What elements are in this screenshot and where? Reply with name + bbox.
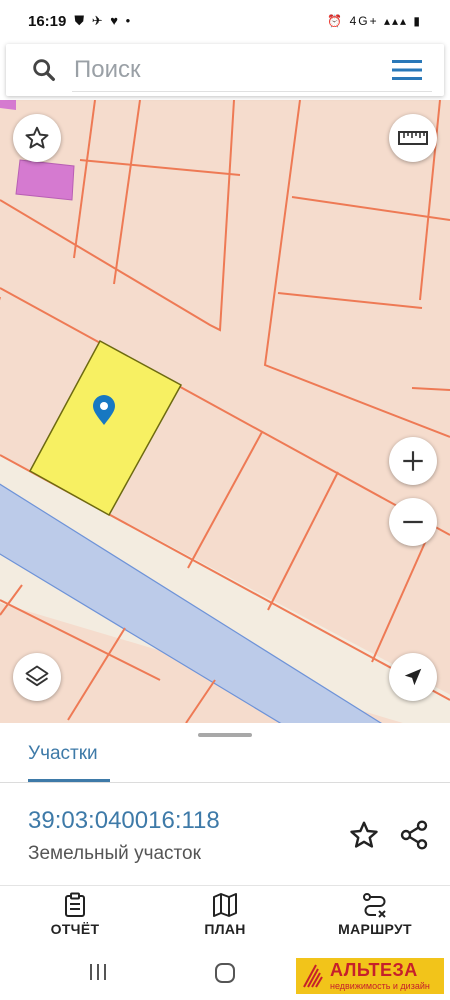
cadastral-number[interactable]: 39:03:040016:118 (28, 807, 220, 835)
search-underline (72, 91, 432, 92)
report-button[interactable]: ОТЧЁТ (15, 892, 135, 937)
building (0, 100, 16, 110)
tab-parcels[interactable]: Участки (28, 743, 98, 765)
notification-icons: ⛊ ✈ ♥ • (74, 13, 133, 28)
search-bar[interactable] (6, 44, 444, 96)
hamburger-menu-icon[interactable] (392, 59, 422, 81)
altesa-logo: АЛЬТЕЗА недвижимость и дизайн (296, 958, 444, 994)
drag-handle[interactable] (198, 733, 252, 737)
logo-name: АЛЬТЕЗА (330, 960, 418, 980)
building (15, 159, 75, 201)
favorites-button[interactable] (13, 114, 61, 162)
map-icon (213, 893, 237, 917)
ruler-icon (398, 131, 428, 145)
logo-emblem-icon (303, 964, 323, 988)
star-outline-icon[interactable] (348, 819, 380, 851)
star-icon (25, 126, 49, 149)
map-canvas[interactable] (0, 100, 450, 723)
route-icon (363, 893, 386, 918)
navigation-arrow-icon (404, 668, 422, 686)
status-bar: 16:19 ⛊ ✈ ♥ • ⏰ 4G+ ▴▴▴ ▮ (0, 0, 450, 42)
search-icon[interactable] (30, 56, 58, 84)
action-bar: ОТЧЁТ ПЛАН МАРШРУТ (0, 885, 450, 944)
plan-label: ПЛАН (204, 921, 246, 937)
divider (0, 782, 450, 783)
my-location-button[interactable] (389, 653, 437, 701)
cadastral-map[interactable] (0, 100, 450, 723)
plus-icon (403, 451, 423, 471)
search-input[interactable] (72, 55, 376, 85)
route-label: МАРШРУТ (338, 921, 412, 937)
share-icon[interactable] (398, 819, 430, 851)
logo-tagline: недвижимость и дизайн (330, 981, 430, 991)
status-time: 16:19 (28, 12, 67, 30)
plan-button[interactable]: ПЛАН (165, 892, 285, 937)
clipboard-icon (65, 892, 85, 917)
layers-button[interactable] (13, 653, 61, 701)
zoom-in-button[interactable] (389, 437, 437, 485)
ruler-button[interactable] (389, 114, 437, 162)
system-status-icons: ⏰ 4G+ ▴▴▴ ▮ (327, 14, 422, 28)
report-label: ОТЧЁТ (50, 921, 100, 937)
layers-icon (25, 665, 49, 687)
route-button[interactable]: МАРШРУТ (315, 892, 435, 937)
recent-apps-icon[interactable] (88, 963, 108, 981)
home-icon[interactable] (214, 962, 236, 984)
minus-icon (403, 520, 423, 524)
parcel-type: Земельный участок (28, 843, 201, 864)
zoom-out-button[interactable] (389, 498, 437, 546)
